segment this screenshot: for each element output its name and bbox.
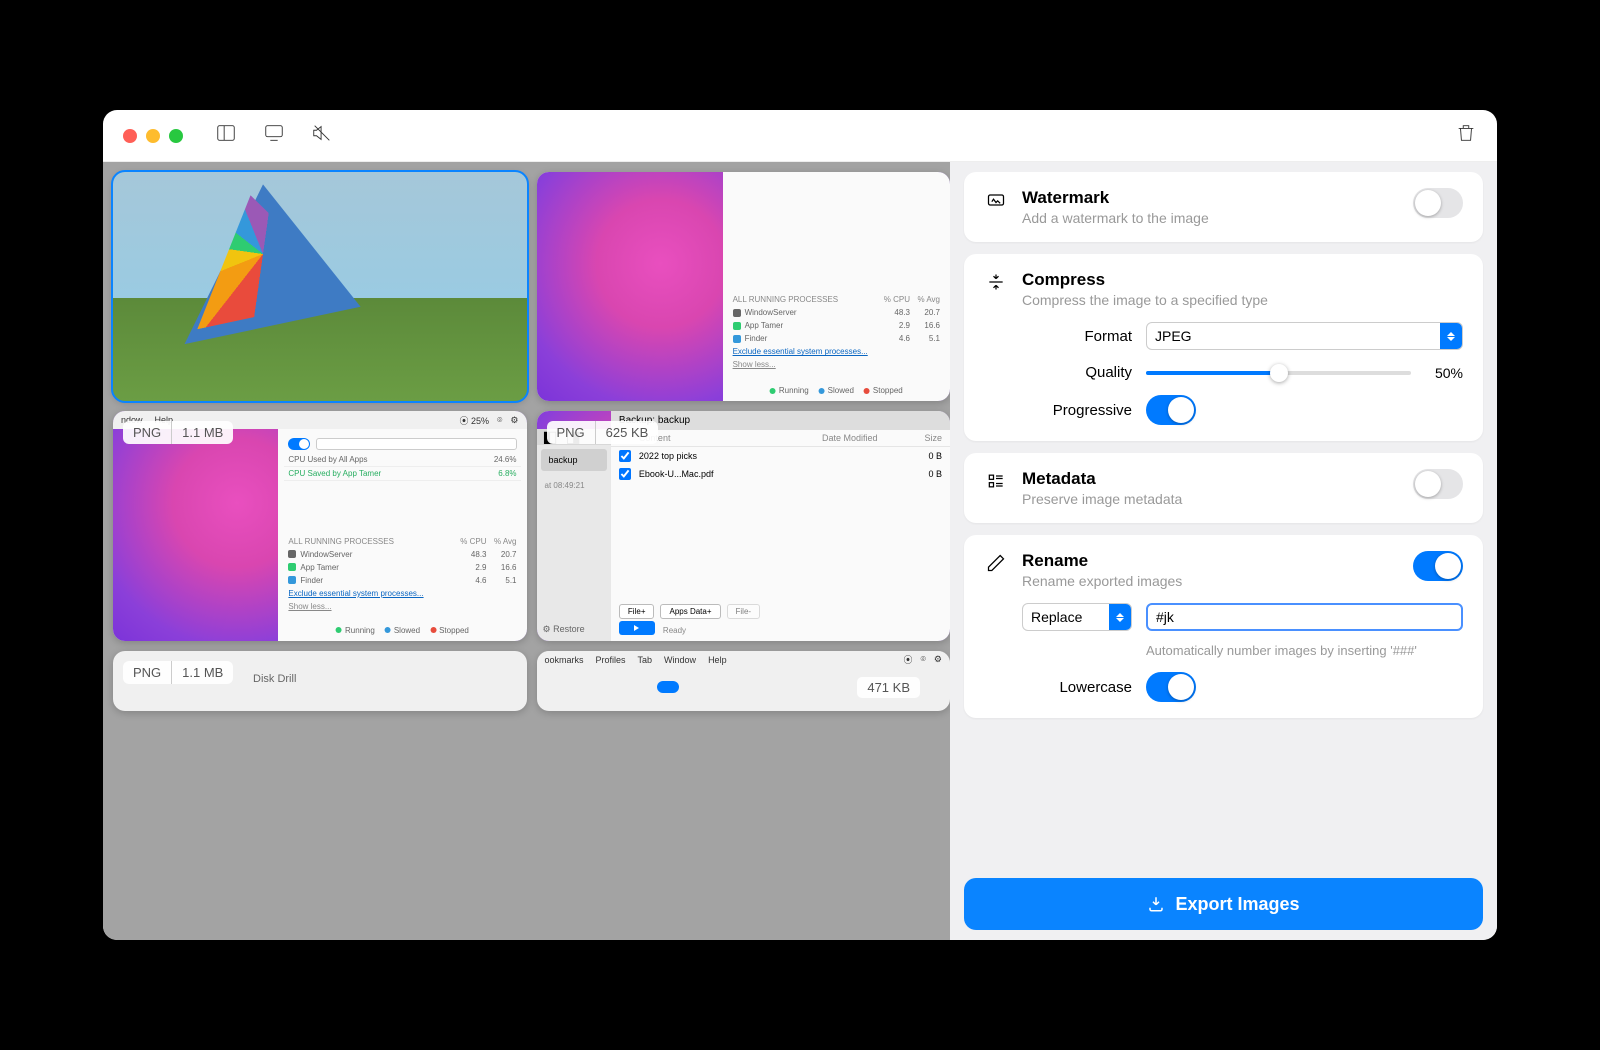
watermark-card: Watermark Add a watermark to the image bbox=[964, 172, 1483, 242]
chevron-updown-icon bbox=[1440, 323, 1462, 349]
lowercase-toggle[interactable] bbox=[1146, 672, 1196, 702]
minimize-window-button[interactable] bbox=[146, 129, 160, 143]
rename-title: Rename bbox=[1022, 551, 1399, 571]
thumbnail-2[interactable]: ALL RUNNING PROCESSES% CPU% Avg WindowSe… bbox=[537, 172, 951, 401]
quality-label: Quality bbox=[1022, 364, 1132, 381]
compress-card: Compress Compress the image to a specifi… bbox=[964, 254, 1483, 441]
format-badge: PNG1.1 MB bbox=[123, 661, 233, 684]
sidebar-toggle-icon[interactable] bbox=[215, 122, 237, 149]
watermark-toggle[interactable] bbox=[1413, 188, 1463, 218]
format-badge: PNG625 KB bbox=[547, 421, 659, 444]
titlebar bbox=[103, 110, 1497, 162]
metadata-title: Metadata bbox=[1022, 469, 1399, 489]
rename-pattern-input[interactable] bbox=[1146, 603, 1463, 631]
watermark-title: Watermark bbox=[1022, 188, 1399, 208]
metadata-sub: Preserve image metadata bbox=[1022, 491, 1399, 507]
thumbnail-4[interactable]: Backup: backup ContentDate ModifiedSize … bbox=[537, 411, 951, 640]
metadata-card: Metadata Preserve image metadata bbox=[964, 453, 1483, 523]
maximize-window-button[interactable] bbox=[169, 129, 183, 143]
watermark-icon bbox=[984, 188, 1008, 210]
mute-icon[interactable] bbox=[311, 122, 333, 149]
compress-title: Compress bbox=[1022, 270, 1463, 290]
rename-toggle[interactable] bbox=[1413, 551, 1463, 581]
thumbnail-3[interactable]: ndowHelp ⦿ 25%⌾⚙ CPU Used by All Apps24.… bbox=[113, 411, 527, 640]
quality-value: 50% bbox=[1423, 365, 1463, 381]
format-badge: PNG1.1 MB bbox=[123, 421, 233, 444]
chevron-updown-icon bbox=[1109, 604, 1131, 630]
compress-sub: Compress the image to a specified type bbox=[1022, 292, 1463, 308]
metadata-toggle[interactable] bbox=[1413, 469, 1463, 499]
lowercase-label: Lowercase bbox=[1022, 679, 1132, 696]
rename-card: Rename Rename exported images Replace bbox=[964, 535, 1483, 718]
thumbnail-1[interactable] bbox=[113, 172, 527, 401]
trash-icon[interactable] bbox=[1455, 122, 1477, 149]
progressive-label: Progressive bbox=[1022, 402, 1132, 419]
export-button[interactable]: Export Images bbox=[964, 878, 1483, 930]
thumbnail-5[interactable]: PNG1.1 MB Disk Drill bbox=[113, 651, 527, 711]
format-select[interactable]: JPEG bbox=[1146, 322, 1463, 350]
rename-mode-select[interactable]: Replace bbox=[1022, 603, 1132, 631]
rename-sub: Rename exported images bbox=[1022, 573, 1399, 589]
monitor-icon[interactable] bbox=[263, 122, 285, 149]
compress-icon bbox=[984, 270, 1008, 292]
toolbar bbox=[215, 122, 333, 149]
progressive-toggle[interactable] bbox=[1146, 395, 1196, 425]
app-window: ALL RUNNING PROCESSES% CPU% Avg WindowSe… bbox=[103, 110, 1497, 940]
close-window-button[interactable] bbox=[123, 129, 137, 143]
traffic-lights bbox=[123, 129, 183, 143]
thumbnail-6[interactable]: ookmarks Profiles Tab Window Help ⦿⌾⚙ 47… bbox=[537, 651, 951, 711]
format-label: Format bbox=[1022, 328, 1132, 345]
rename-icon bbox=[984, 551, 1008, 573]
rename-hint: Automatically number images by inserting… bbox=[1146, 643, 1417, 658]
export-sidebar: Watermark Add a watermark to the image C… bbox=[950, 162, 1497, 940]
metadata-icon bbox=[984, 469, 1008, 491]
watermark-sub: Add a watermark to the image bbox=[1022, 210, 1399, 226]
image-gallery: ALL RUNNING PROCESSES% CPU% Avg WindowSe… bbox=[103, 162, 950, 940]
quality-slider[interactable] bbox=[1146, 371, 1411, 375]
